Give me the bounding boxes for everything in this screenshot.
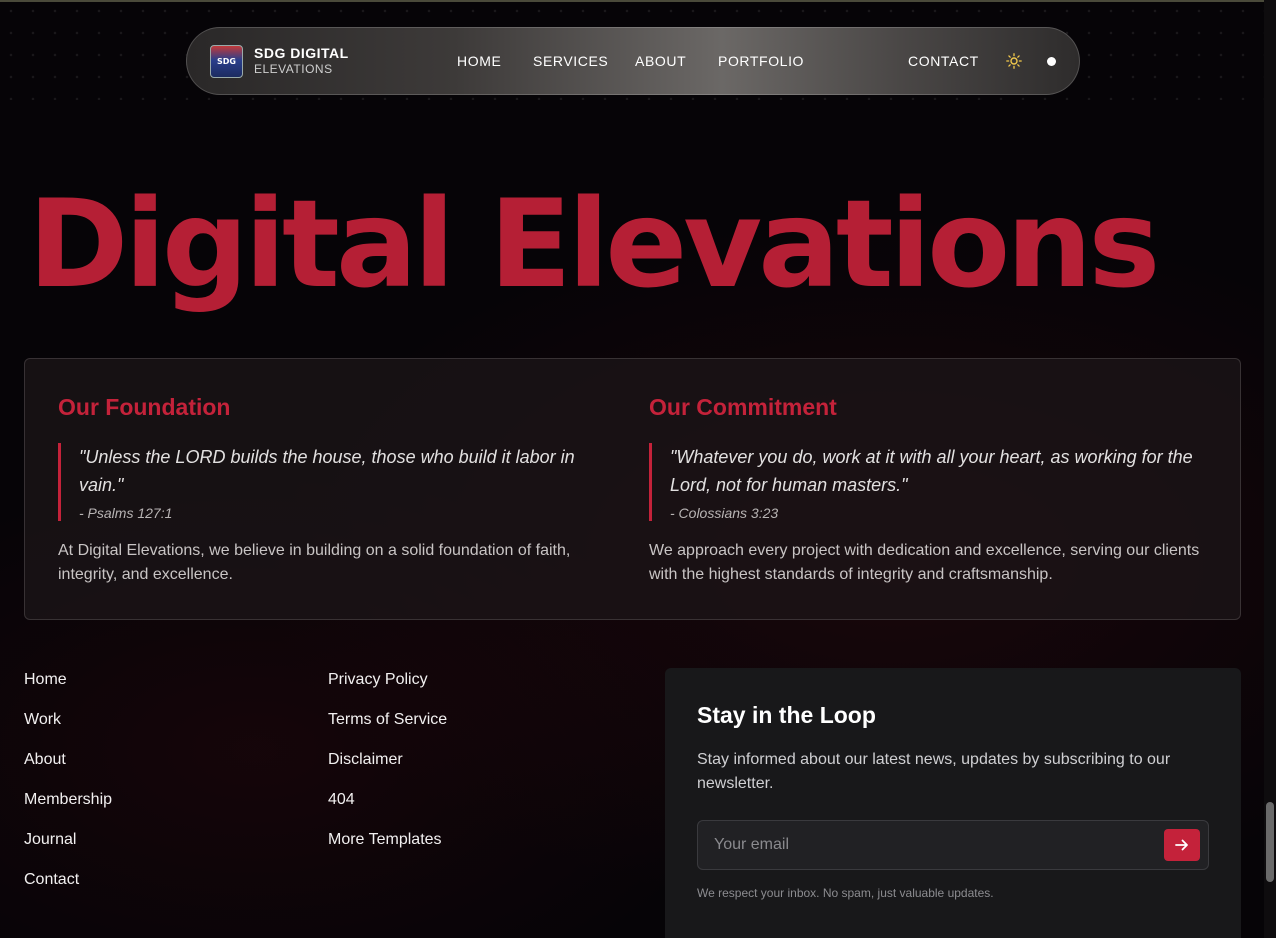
footer-link-disclaimer[interactable]: Disclaimer — [328, 751, 403, 769]
nav-portfolio[interactable]: PORTFOLIO — [718, 53, 804, 69]
arrow-right-icon — [1175, 839, 1188, 851]
hero-title: Digital Elevations — [28, 174, 1160, 315]
nav-about[interactable]: ABOUT — [635, 53, 686, 69]
footer-link-work[interactable]: Work — [24, 711, 61, 729]
footer-link-templates[interactable]: More Templates — [328, 831, 442, 849]
footer-link-membership[interactable]: Membership — [24, 791, 112, 809]
subscribe-button[interactable] — [1164, 829, 1200, 861]
commitment-heading: Our Commitment — [649, 394, 837, 420]
footer-link-privacy[interactable]: Privacy Policy — [328, 671, 428, 689]
commitment-quote: "Whatever you do, work at it with all yo… — [649, 443, 1209, 521]
footer-link-404[interactable]: 404 — [328, 791, 355, 809]
brand[interactable]: SDG DIGITAL ELEVATIONS — [254, 45, 349, 76]
brand-name: SDG DIGITAL — [254, 45, 349, 61]
foundation-quote: "Unless the LORD builds the house, those… — [58, 443, 618, 521]
nav-contact[interactable]: CONTACT — [908, 53, 979, 69]
foundation-quote-text: "Unless the LORD builds the house, those… — [79, 447, 575, 495]
email-field-box — [697, 820, 1209, 870]
commitment-quote-text: "Whatever you do, work at it with all yo… — [670, 447, 1193, 495]
footer-link-terms[interactable]: Terms of Service — [328, 711, 447, 729]
brand-subtitle: ELEVATIONS — [254, 62, 333, 76]
scrollbar[interactable] — [1264, 0, 1276, 938]
foundation-citation: - Psalms 127:1 — [79, 505, 173, 521]
newsletter-note: We respect your inbox. No spam, just val… — [697, 886, 994, 900]
commitment-column: Our Commitment "Whatever you do, work at… — [649, 394, 1209, 587]
values-card: Our Foundation "Unless the LORD builds t… — [24, 358, 1241, 620]
footer-link-journal[interactable]: Journal — [24, 831, 76, 849]
theme-toggle[interactable] — [1047, 57, 1056, 66]
foundation-column: Our Foundation "Unless the LORD builds t… — [58, 394, 618, 587]
nav-services[interactable]: SERVICES — [533, 53, 608, 69]
newsletter-panel: Stay in the Loop Stay informed about our… — [665, 668, 1241, 938]
email-input[interactable] — [698, 821, 1158, 869]
footer-link-contact[interactable]: Contact — [24, 871, 79, 889]
nav-home[interactable]: HOME — [457, 53, 501, 69]
foundation-description: At Digital Elevations, we believe in bui… — [58, 542, 571, 583]
newsletter-text: Stay informed about our latest news, upd… — [697, 751, 1171, 792]
logo[interactable]: SDG — [210, 45, 243, 78]
footer-link-about[interactable]: About — [24, 751, 66, 769]
newsletter-title: Stay in the Loop — [697, 702, 876, 728]
sun-icon[interactable] — [1006, 53, 1022, 69]
footer-link-home[interactable]: Home — [24, 671, 67, 689]
commitment-citation: - Colossians 3:23 — [670, 505, 779, 521]
foundation-heading: Our Foundation — [58, 394, 231, 420]
main-nav: SDG SDG DIGITAL ELEVATIONS HOME SERVICES… — [186, 27, 1080, 95]
commitment-description: We approach every project with dedicatio… — [649, 542, 1200, 583]
page: SDG SDG DIGITAL ELEVATIONS HOME SERVICES… — [0, 0, 1276, 938]
scrollbar-thumb[interactable] — [1266, 802, 1274, 882]
logo-text: SDG — [217, 57, 236, 66]
